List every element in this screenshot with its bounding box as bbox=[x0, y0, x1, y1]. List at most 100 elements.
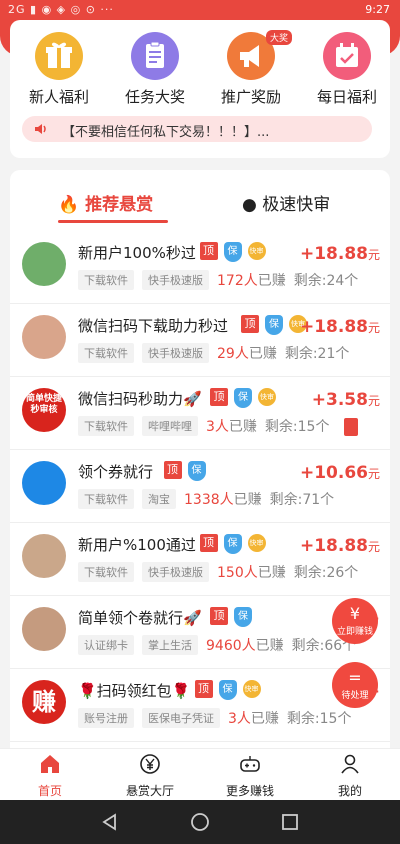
task-row[interactable]: 新用户%100通过顶保快审 +18.88元 下载软件 快手极速版 150人已赚 剩余:26… bbox=[10, 524, 390, 596]
top-tag: 顶 bbox=[241, 315, 259, 333]
task-row[interactable]: 微信扫码下载助力秒过顶保快审 +18.88元 下载软件 快手极速版 29人已赚 剩余:21… bbox=[10, 305, 390, 377]
avatar-text: 赚 bbox=[32, 688, 56, 716]
menu-item-task-prize[interactable]: 任务大奖 bbox=[110, 32, 200, 107]
menu-item-newbie[interactable]: 新人福利 bbox=[14, 32, 104, 107]
avatar-text: 简单快捷秒审核 bbox=[26, 394, 63, 415]
user-circle-icon: ● bbox=[242, 195, 257, 215]
earned-number: 150人 bbox=[217, 565, 258, 581]
home-circle-icon[interactable] bbox=[190, 812, 210, 832]
guarantee-badge: 保 bbox=[223, 242, 242, 262]
category-chip: 医保电子凭证 bbox=[142, 708, 220, 728]
home-icon bbox=[41, 755, 59, 773]
nav-mine[interactable]: 我的 bbox=[310, 753, 390, 799]
task-title: 微信扫码秒助力🚀 bbox=[78, 390, 202, 408]
earned-count: 29人已赚 bbox=[217, 343, 277, 363]
reward-value: +18.88 bbox=[299, 317, 368, 337]
tab-underline bbox=[58, 220, 168, 223]
menu-label: 新人福利 bbox=[28, 88, 89, 106]
guarantee-badge: 保 bbox=[218, 680, 237, 700]
task-tags: 顶保 bbox=[210, 607, 252, 627]
avatar bbox=[22, 461, 66, 505]
calendar-icon bbox=[323, 32, 371, 80]
earned-count: 3人已赚 bbox=[228, 708, 279, 728]
remaining-count: 剩余:24个 bbox=[293, 273, 359, 289]
nav-label: 我的 bbox=[337, 784, 362, 798]
fast-review-badge: 快审 bbox=[242, 680, 261, 698]
menu-item-promo-reward[interactable]: 大奖 推广奖励 bbox=[206, 30, 296, 107]
tab-recommended[interactable]: 🔥 推荐悬赏 bbox=[58, 190, 153, 215]
pending-button[interactable]: = 待处理 bbox=[332, 662, 378, 708]
notice-text: 【不要相信任何私下交易！！！】... bbox=[62, 125, 270, 140]
flame-icon: 🔥 bbox=[58, 195, 80, 215]
nav-home[interactable]: 首页 bbox=[10, 753, 90, 799]
category-chip: 下载软件 bbox=[78, 489, 134, 509]
remaining-count: 剩余:71个 bbox=[269, 492, 335, 508]
pending-label: 待处理 bbox=[341, 691, 369, 701]
reward-unit: 元 bbox=[367, 540, 380, 554]
menu-label: 推广奖励 bbox=[220, 88, 281, 106]
guarantee-badge: 保 bbox=[223, 534, 242, 554]
nav-label: 首页 bbox=[37, 784, 62, 798]
reward-amount: +10.66元 bbox=[300, 463, 380, 483]
reward-unit: 元 bbox=[367, 394, 380, 408]
tab-fast-review[interactable]: ● 极速快审 bbox=[242, 190, 330, 215]
top-tag: 顶 bbox=[199, 242, 218, 260]
recents-icon[interactable] bbox=[280, 812, 300, 832]
task-meta: 下载软件 快手极速版 29人已赚 剩余:21个 bbox=[78, 343, 349, 363]
earned-count: 1338人已赚 bbox=[184, 489, 262, 509]
reward-value: +18.88 bbox=[299, 536, 368, 556]
task-tags: 顶保快审 bbox=[194, 680, 261, 700]
reward-amount: +3.58元 bbox=[312, 390, 380, 410]
red-envelope-icon[interactable] bbox=[344, 418, 358, 436]
earned-suffix: 已赚 bbox=[257, 273, 286, 289]
menu-label: 任务大奖 bbox=[124, 88, 185, 106]
earned-number: 3人 bbox=[228, 711, 251, 727]
task-row[interactable]: 领个券就行顶保 +10.66元 下载软件 淘宝 1338人已赚 剩余:71个 bbox=[10, 451, 390, 523]
earned-suffix: 已赚 bbox=[250, 711, 279, 727]
notice-bar[interactable]: 【不要相信任何私下交易！！！】... bbox=[22, 116, 372, 142]
yen-icon: ¥ bbox=[349, 604, 361, 623]
gift-icon bbox=[35, 32, 83, 80]
reward-amount: +18.88元 bbox=[300, 244, 380, 264]
top-tag: 顶 bbox=[199, 534, 218, 552]
category-chip: 下载软件 bbox=[78, 270, 134, 290]
back-icon[interactable] bbox=[100, 812, 120, 832]
reward-value: +18.88 bbox=[299, 244, 368, 264]
hot-badge: 大奖 bbox=[265, 30, 292, 45]
top-tag: 顶 bbox=[163, 461, 182, 479]
earn-now-label: 立即赚钱 bbox=[336, 627, 373, 637]
earned-number: 1338人 bbox=[184, 492, 234, 508]
avatar bbox=[22, 607, 66, 651]
top-tag: 顶 bbox=[210, 607, 228, 625]
tab-label: 极速快审 bbox=[262, 195, 331, 215]
avatar bbox=[22, 534, 66, 578]
task-meta: 下载软件 淘宝 1338人已赚 剩余:71个 bbox=[78, 489, 334, 509]
task-row[interactable]: 新用户100%秒过顶保快审 +18.88元 下载软件 快手极速版 172人已赚 剩余:24… bbox=[10, 232, 390, 304]
category-chip: 掌上生活 bbox=[142, 635, 198, 655]
earn-now-button[interactable]: ¥ 立即赚钱 bbox=[332, 598, 378, 644]
avatar: 简单快捷秒审核 bbox=[22, 388, 66, 432]
menu-item-daily[interactable]: 每日福利 bbox=[302, 32, 392, 107]
reward-value: +3.58 bbox=[311, 390, 368, 410]
earned-count: 3人已赚 bbox=[206, 416, 257, 436]
earned-number: 172人 bbox=[217, 273, 258, 289]
task-title: 简单领个卷就行🚀 bbox=[78, 609, 202, 627]
status-icons: 2G ▮ ◉ ◈ ◎ ⊙ ··· bbox=[8, 3, 114, 16]
task-tags: 顶保快审 bbox=[199, 534, 266, 554]
nav-label: 更多赚钱 bbox=[225, 784, 274, 798]
nav-more-earn[interactable]: 更多赚钱 bbox=[210, 753, 290, 799]
task-tags: 顶保 bbox=[163, 461, 206, 481]
task-row[interactable]: 简单快捷秒审核 微信扫码秒助力🚀 顶保快审 +3.58元 下载软件 哔哩哔哩 3人已赚 剩余:… bbox=[10, 378, 390, 450]
nav-bounty-hall[interactable]: 悬赏大厅 bbox=[110, 753, 190, 799]
bottom-nav: 首页 悬赏大厅 更多赚钱 我的 bbox=[0, 748, 400, 800]
fast-review-badge: 快审 bbox=[247, 534, 266, 552]
task-meta: 认证绑卡 掌上生活 9460人已赚 剩余:66个 bbox=[78, 635, 356, 655]
guarantee-badge: 保 bbox=[187, 461, 206, 481]
earned-number: 29人 bbox=[217, 346, 249, 362]
category-chip: 账号注册 bbox=[78, 708, 134, 728]
earned-suffix: 已赚 bbox=[228, 419, 257, 435]
avatar bbox=[22, 242, 66, 286]
category-chip: 下载软件 bbox=[78, 343, 134, 363]
reward-amount: +18.88元 bbox=[300, 317, 380, 337]
category-chip: 快手极速版 bbox=[142, 270, 209, 290]
